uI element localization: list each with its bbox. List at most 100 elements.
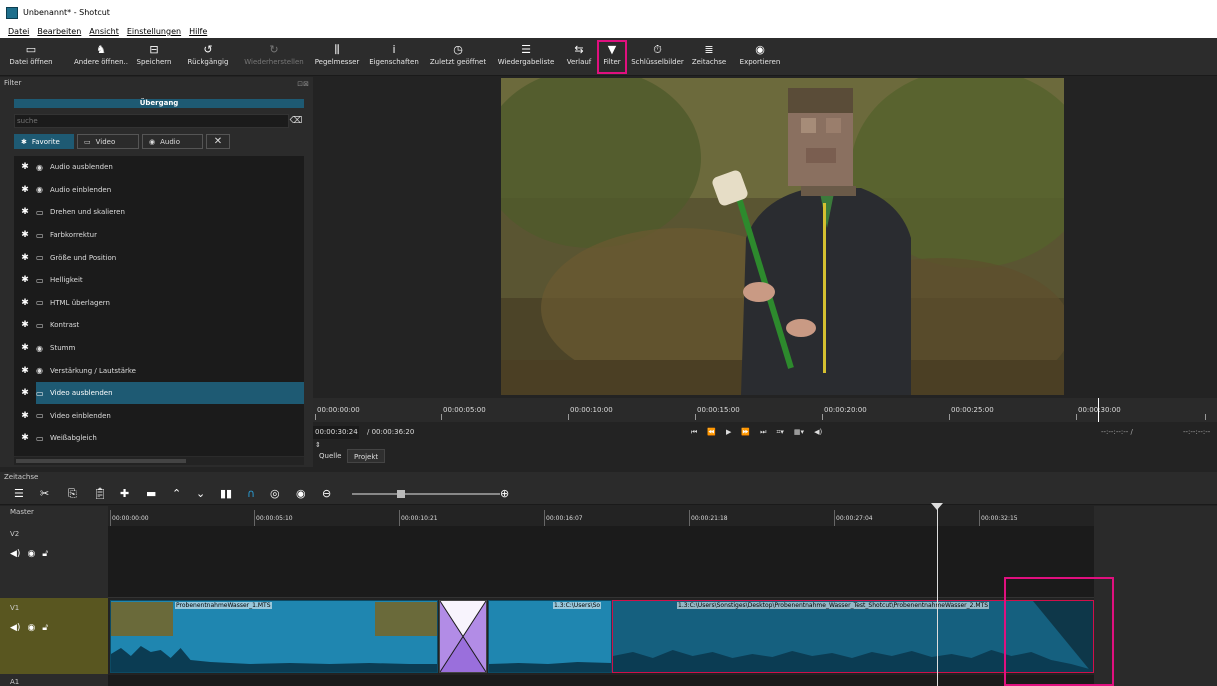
filter-item-mute[interactable]: ✱ ◉ Stumm — [14, 337, 304, 360]
menu-datei[interactable]: Datei — [8, 27, 29, 36]
ruler-tick — [689, 510, 690, 526]
timeline-icon: ≣ — [704, 43, 714, 56]
filter-item-video-fade-in[interactable]: ✱ ▭ Video einblenden — [14, 405, 304, 428]
open-other-button[interactable]: ♞ Andere öffnen.. — [70, 42, 132, 72]
filter-item-brightness[interactable]: ✱ ▭ Helligkeit — [14, 269, 304, 292]
save-button[interactable]: ⊟ Speichern — [134, 42, 174, 72]
remove-icon[interactable]: ▬ — [146, 486, 156, 502]
filter-item-color-correction[interactable]: ✱ ▭ Farbkorrektur — [14, 224, 304, 247]
track-v2[interactable] — [108, 526, 1094, 598]
eye-icon[interactable]: ◉ — [27, 549, 35, 559]
spinner-icon[interactable]: ⇕ — [315, 441, 321, 449]
zoom-slider-handle[interactable] — [397, 490, 405, 498]
zoom-slider[interactable] — [352, 493, 500, 495]
zoom-in-icon[interactable]: ⊕ — [500, 486, 509, 502]
rewind-icon[interactable]: ⏪ — [707, 426, 716, 439]
lift-icon[interactable]: ⌃ — [172, 486, 181, 502]
filter-item-html-overlay[interactable]: ✱ ▭ HTML überlagern — [14, 292, 304, 315]
filter-item-audio-fade-in[interactable]: ✱ ◉ Audio einblenden — [14, 179, 304, 202]
clear-search-icon[interactable]: ⌫ — [289, 114, 303, 128]
transition-clip[interactable] — [439, 600, 487, 673]
player-ruler[interactable]: 00:00:00:00 00:00:05:00 00:00:10:00 00:0… — [313, 398, 1217, 422]
timeline-button[interactable]: ≣ Zeitachse — [690, 42, 728, 72]
filter-item-video-fade-out[interactable]: ✱ ▭ Video ausblenden — [14, 382, 304, 405]
timeline-playhead[interactable] — [937, 504, 938, 686]
tab-favorite[interactable]: ✱ Favorite — [14, 134, 74, 149]
filter-item-rotate-scale[interactable]: ✱ ▭ Drehen und skalieren — [14, 201, 304, 224]
track-v1-controls: ◀) ◉ 🔓︎ — [10, 623, 48, 633]
fast-forward-icon[interactable]: ⏩ — [741, 426, 750, 439]
filter-list-scrollbar[interactable] — [14, 457, 304, 465]
ruler-label: 00:00:00:00 — [112, 515, 149, 522]
grid-icon[interactable]: ▦▾ — [794, 426, 804, 439]
playlist-button[interactable]: ☰ Wiedergabeliste — [494, 42, 558, 72]
zoom-icon[interactable]: ⌗▾ — [776, 426, 783, 439]
panel-float-close-icon[interactable]: ⊡⊠ — [297, 78, 309, 90]
filter-item-white-balance[interactable]: ✱ ▭ Weißabgleich — [14, 427, 304, 450]
player-playhead[interactable] — [1098, 398, 1099, 422]
menu-icon[interactable]: ☰ — [14, 486, 24, 502]
timeline-clip-2[interactable]: 1.3:C:\Users\So — [488, 600, 612, 673]
filter-item-gain-volume[interactable]: ✱ ◉ Verstärkung / Lautstärke — [14, 359, 304, 382]
ruler-tick — [568, 414, 569, 420]
ruler-label: 00:00:05:00 — [443, 406, 486, 414]
video-icon: ▭ — [36, 275, 44, 285]
menu-hilfe[interactable]: Hilfe — [189, 27, 207, 36]
cut-icon[interactable]: ✂ — [40, 486, 49, 502]
filter-item-audio-fade-out[interactable]: ✱ ◉ Audio ausblenden — [14, 156, 304, 179]
video-scene — [501, 78, 1064, 395]
ruler-label: 00:00:10:21 — [401, 515, 438, 522]
video-icon: ▭ — [36, 207, 44, 217]
zoom-out-icon[interactable]: ⊖ — [322, 486, 331, 502]
skip-end-icon[interactable]: ⏭ — [760, 426, 766, 439]
scrub-icon[interactable]: ◎ — [270, 486, 280, 502]
timeline-ruler[interactable]: 00:00:00:00 00:00:05:10 00:00:10:21 00:0… — [108, 506, 1094, 526]
menu-bearbeiten[interactable]: Bearbeiten — [37, 27, 81, 36]
mute-icon[interactable]: ◀) — [10, 549, 20, 559]
meter-button[interactable]: ⫼ Pegelmesser — [311, 42, 363, 72]
scrollbar-thumb[interactable] — [16, 459, 186, 463]
menu-einstellungen[interactable]: Einstellungen — [127, 27, 181, 36]
export-button[interactable]: ◉ Exportieren — [736, 42, 784, 72]
track-a1[interactable] — [108, 675, 1094, 686]
tab-source[interactable]: Quelle — [313, 449, 347, 463]
filter-search-input[interactable] — [14, 114, 289, 128]
paste-icon[interactable]: 📋︎ — [93, 486, 107, 502]
append-icon[interactable]: ✚ — [120, 486, 129, 502]
current-timecode-field[interactable]: 00:00:30:24 ⇕ — [313, 426, 359, 449]
filter-item-contrast[interactable]: ✱ ▭ Kontrast — [14, 314, 304, 337]
overwrite-icon[interactable]: ⌄ — [196, 486, 205, 502]
filter-item-size-position[interactable]: ✱ ▭ Größe und Position — [14, 246, 304, 269]
mute-icon[interactable]: ◀) — [10, 623, 20, 633]
lock-icon[interactable]: 🔓︎ — [42, 549, 48, 559]
split-icon[interactable]: ▮▮ — [220, 486, 232, 502]
keyframes-button[interactable]: ⏱ Schlüsselbilder — [630, 42, 685, 72]
ripple-icon[interactable]: ◉ — [296, 486, 306, 502]
skip-start-icon[interactable]: ⏮ — [691, 426, 697, 439]
tab-project[interactable]: Projekt — [347, 449, 386, 463]
tab-video[interactable]: ▭ Video — [77, 134, 139, 149]
open-file-button[interactable]: ▭ Datei öffnen — [0, 42, 62, 72]
list-icon: ☰ — [521, 43, 531, 56]
eye-icon[interactable]: ◉ — [27, 623, 35, 633]
duration-label: / 00:00:36:20 — [367, 428, 415, 436]
filter-button[interactable]: ▼ Filter — [597, 40, 627, 74]
filter-list: ✱ ◉ Audio ausblenden ✱ ◉ Audio einblenden ✱ ▭… — [14, 156, 304, 456]
copy-icon[interactable]: ⎘ — [68, 486, 77, 502]
history-button[interactable]: ⇆ Verlauf — [563, 42, 595, 72]
recent-button[interactable]: ◷ Zuletzt geöffnet — [426, 42, 490, 72]
menu-ansicht[interactable]: Ansicht — [89, 27, 119, 36]
timeline-clip-1[interactable]: ProbenentnahmeWasser_1.MTS — [110, 600, 438, 673]
properties-button[interactable]: i Eigenschaften — [366, 42, 422, 72]
redo-button[interactable]: ↻ Wiederherstellen — [240, 42, 308, 72]
close-filter-button[interactable]: ✕ — [206, 134, 230, 149]
play-icon[interactable]: ▶ — [726, 426, 731, 439]
undo-button[interactable]: ↺ Rückgängig — [185, 42, 231, 72]
lock-icon[interactable]: 🔓︎ — [42, 623, 48, 633]
snap-icon[interactable]: ∩ — [247, 486, 255, 502]
redo-icon: ↻ — [269, 43, 279, 56]
volume-icon[interactable]: ◀) — [814, 426, 822, 439]
star-icon: ✱ — [21, 410, 29, 421]
tab-audio[interactable]: ◉ Audio — [142, 134, 203, 149]
audio-waveform — [489, 662, 611, 672]
